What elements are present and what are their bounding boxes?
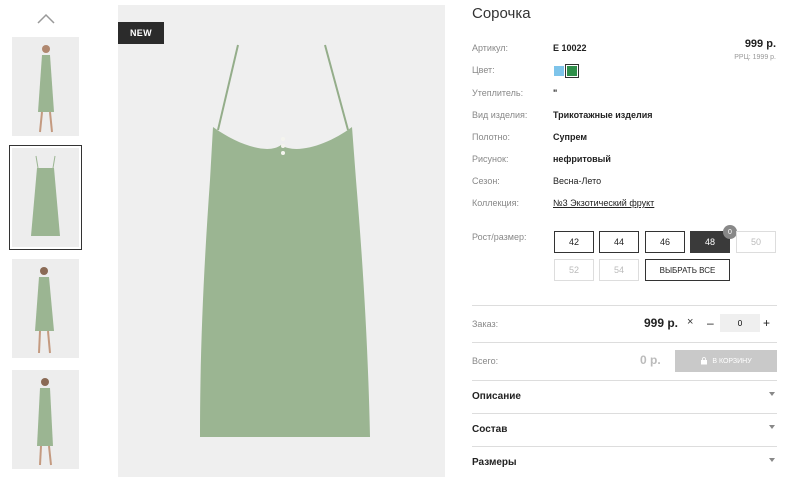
- total-label: Всего:: [472, 356, 499, 366]
- attr-key: Артикул:: [472, 43, 509, 53]
- model-photo-side: [12, 259, 79, 358]
- collection-link[interactable]: №3 Экзотический фрукт: [553, 198, 654, 208]
- caret-down-icon: [769, 425, 775, 429]
- select-all-button[interactable]: ВЫБРАТЬ ВСЕ: [645, 259, 730, 281]
- attr-key: Рисунок:: [472, 154, 509, 164]
- accordion-label: Описание: [472, 391, 521, 402]
- cart-label: В КОРЗИНУ: [712, 357, 752, 365]
- attr-value: Весна-Лето: [553, 176, 602, 186]
- accordion-sizes[interactable]: Размеры: [472, 447, 777, 477]
- flat-product-photo: [12, 148, 79, 247]
- size-44-button[interactable]: 44: [599, 231, 639, 253]
- thumbnail-column: [0, 0, 92, 477]
- size-52-button[interactable]: 52: [554, 259, 594, 281]
- order-price: 999 р.: [644, 316, 679, 330]
- sizes-label: Рост/размер:: [472, 232, 527, 242]
- attr-key: Утеплитель:: [472, 88, 524, 98]
- main-product-image: NEW: [118, 5, 445, 477]
- model-photo-front: [12, 37, 79, 136]
- attr-key: Вид изделия:: [472, 110, 528, 120]
- accordion-description[interactable]: Описание: [472, 381, 777, 413]
- close-icon[interactable]: ×: [687, 316, 693, 328]
- size-count-badge: 0: [723, 225, 737, 239]
- qty-plus-button[interactable]: +: [763, 316, 770, 330]
- dress-illustration: [200, 44, 370, 437]
- attr-value: ": [553, 88, 558, 98]
- accordion-label: Размеры: [472, 457, 517, 468]
- color-swatch-blue[interactable]: [554, 66, 564, 76]
- total-value: 0 р.: [640, 353, 661, 367]
- caret-down-icon: [769, 458, 775, 462]
- attr-key: Полотно:: [472, 132, 511, 142]
- rrc-price: РРЦ: 1999 р.: [734, 54, 776, 61]
- caret-down-icon: [769, 392, 775, 396]
- accordion-label: Состав: [472, 424, 508, 435]
- color-swatch-green[interactable]: [565, 64, 579, 78]
- attr-value: Трикотажные изделия: [553, 110, 653, 120]
- attr-key: Цвет:: [472, 65, 495, 75]
- attr-value: нефритовый: [553, 154, 611, 164]
- product-details: Сорочка 999 р. РРЦ: 1999 р. Артикул: E 1…: [472, 0, 778, 477]
- divider: [472, 305, 777, 306]
- order-label: Заказ:: [472, 319, 499, 329]
- qty-input[interactable]: [720, 314, 760, 332]
- add-to-cart-button[interactable]: В КОРЗИНУ: [675, 350, 777, 372]
- attr-key: Коллекция:: [472, 198, 520, 208]
- size-46-button[interactable]: 46: [645, 231, 685, 253]
- model-photo-back: [12, 370, 79, 469]
- product-title: Сорочка: [472, 5, 531, 22]
- thumbnail-2[interactable]: [9, 145, 82, 250]
- thumbnail-1[interactable]: [12, 37, 79, 136]
- thumbnail-3[interactable]: [12, 259, 79, 358]
- attr-key: Сезон:: [472, 176, 500, 186]
- price: 999 р.: [744, 38, 776, 50]
- qty-minus-button[interactable]: –: [707, 316, 714, 330]
- size-42-button[interactable]: 42: [554, 231, 594, 253]
- size-54-button[interactable]: 54: [599, 259, 639, 281]
- attr-value: E 10022: [553, 43, 587, 53]
- chevron-up-icon[interactable]: [36, 12, 56, 26]
- thumbnail-4[interactable]: [12, 370, 79, 469]
- divider: [472, 342, 777, 343]
- size-50-button[interactable]: 50: [736, 231, 776, 253]
- attr-value: Супрем: [553, 132, 587, 142]
- cart-icon: [701, 357, 708, 365]
- accordion-composition[interactable]: Состав: [472, 414, 777, 446]
